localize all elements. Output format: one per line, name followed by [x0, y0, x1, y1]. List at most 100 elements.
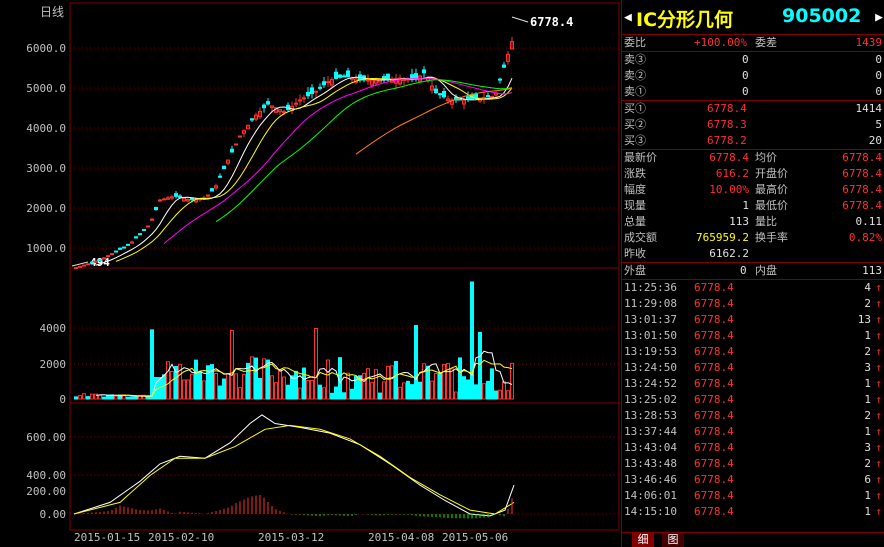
candle-body: [174, 193, 178, 197]
stat-row: 最新价 6778.4 均价 6778.4: [622, 150, 884, 166]
candle-body: [334, 71, 338, 79]
volume-bar: [430, 380, 434, 400]
volume-bar: [390, 365, 394, 400]
candle-body: [486, 95, 490, 98]
stat-row: 幅度 10.00% 最高价 6778.4: [622, 182, 884, 198]
volume-bar: [326, 359, 330, 400]
price-tick: 1000.0: [26, 242, 66, 255]
tab-detail[interactable]: 细: [632, 533, 654, 547]
ma-line: [163, 78, 513, 244]
tick-direction-icon: ↑: [875, 329, 882, 342]
tick-time: 13:43:48: [624, 457, 677, 470]
volume-bar: [350, 388, 354, 400]
stat-label: 幅度: [624, 183, 646, 196]
volume-bar: [506, 390, 510, 400]
candle-body: [154, 206, 158, 211]
ma-line: [95, 76, 513, 266]
stat-label: 均价: [755, 151, 777, 164]
weicha-value: 1439: [855, 36, 883, 49]
tick-direction-icon: ↑: [875, 425, 882, 438]
tick-direction-icon: ↑: [875, 281, 882, 294]
price-tick: 5000.0: [26, 82, 66, 95]
candle-body: [90, 261, 94, 264]
tick-price: 6778.4: [694, 425, 734, 438]
quote-panel: ◀ IC分形几何 905002 ▶ 委比 +100.00% 委差 1439 卖③…: [621, 0, 884, 547]
macd-axis-labels: 600.00 400.00 200.00 0.00: [26, 431, 66, 521]
candle-body: [122, 246, 126, 249]
volume-bar: [346, 372, 350, 400]
tab-chart[interactable]: 图: [662, 533, 684, 547]
tick-direction-icon: ↑: [875, 489, 882, 502]
volume-bar: [482, 383, 486, 400]
outer-inner-row: 外盘 0 内盘 113: [622, 263, 884, 280]
stat-label: 最高价: [755, 183, 788, 196]
candle-body: [438, 93, 442, 96]
tick-time: 13:37:44: [624, 425, 677, 438]
tick-time: 13:43:04: [624, 441, 677, 454]
tick-volume: 1: [864, 329, 871, 342]
weibi-label: 委比: [624, 36, 646, 49]
volume-tick: 4000: [40, 322, 67, 335]
volume-bar: [170, 370, 174, 400]
tick-price: 6778.4: [694, 297, 734, 310]
stat-value: 6162.2: [709, 247, 749, 260]
candle-body: [86, 263, 90, 266]
next-arrow-icon[interactable]: ▶: [875, 10, 883, 25]
prev-arrow-icon[interactable]: ◀: [624, 10, 632, 25]
volume-bar: [78, 395, 82, 400]
tick-price: 6778.4: [694, 489, 734, 502]
date-tick: 2015-03-12: [258, 531, 324, 544]
stat-row: 成交额 765959.2 换手率 0.82%: [622, 230, 884, 246]
volume-bar: [334, 386, 338, 400]
volume-bar: [466, 379, 470, 400]
date-tick: 2015-04-08: [368, 531, 434, 544]
stat-value: 0.82%: [848, 231, 882, 244]
stat-row: 涨跌 616.2 开盘价 6778.4: [622, 166, 884, 182]
volume-bar: [290, 375, 294, 400]
volume-bar: [274, 382, 278, 400]
volume-bar: [82, 393, 86, 400]
buy-label: 买③: [624, 134, 646, 147]
stat-value: 6778.4: [842, 167, 882, 180]
candle-body: [302, 97, 306, 100]
volume-bar: [450, 368, 454, 400]
tick-row: 13:01:37 6778.4 13 ↑: [622, 312, 884, 328]
volume-bar: [498, 389, 502, 400]
volume-bar: [190, 373, 194, 400]
volume-bar: [218, 385, 222, 400]
candle-body: [114, 250, 118, 253]
tick-row: 13:46:46 6778.4 6 ↑: [622, 472, 884, 488]
volume-bar: [154, 377, 158, 400]
buy-row: 买① 6778.4 1414: [622, 101, 884, 117]
date-axis-labels: 2015-01-15 2015-02-10 2015-03-12 2015-04…: [74, 531, 508, 544]
buy-vol: 1414: [855, 102, 883, 115]
volume-bar: [226, 373, 230, 400]
buy-row: 买③ 6778.2 20: [622, 133, 884, 149]
buy-label: 买②: [624, 118, 646, 131]
candle-body: [342, 75, 346, 78]
volume-bar: [314, 327, 318, 400]
candle-body: [206, 194, 210, 197]
volume-bar: [102, 396, 106, 400]
volume-bar: [302, 367, 306, 400]
outer-value: 0: [740, 264, 747, 277]
tick-volume: 4: [864, 281, 871, 294]
instrument-code: 905002: [782, 5, 862, 27]
tick-price: 6778.4: [694, 329, 734, 342]
tick-list[interactable]: 11:25:36 6778.4 4 ↑ 11:29:08 6778.4 2 ↑ 13:01:37…: [622, 280, 884, 520]
tick-price: 6778.4: [694, 409, 734, 422]
weibi-value: +100.00%: [694, 36, 747, 49]
volume-bar: [230, 329, 234, 400]
sell-price: 0: [742, 53, 749, 66]
candle-body: [442, 91, 446, 98]
volume-bar: [198, 371, 202, 400]
tick-time: 13:01:37: [624, 313, 677, 326]
stat-label: 昨收: [624, 247, 646, 260]
stat-row: 总量 113 量比 0.11: [622, 214, 884, 230]
tick-row: 13:25:02 6778.4 1 ↑: [622, 392, 884, 408]
kline-chart[interactable]: 日线 6000.0 5000.0 4000.0 3000.0 2000.0 10…: [0, 0, 620, 547]
volume-tick: 2000: [40, 358, 67, 371]
volume-bar: [254, 357, 258, 400]
tick-direction-icon: ↑: [875, 313, 882, 326]
sell-vol: 0: [875, 85, 882, 98]
